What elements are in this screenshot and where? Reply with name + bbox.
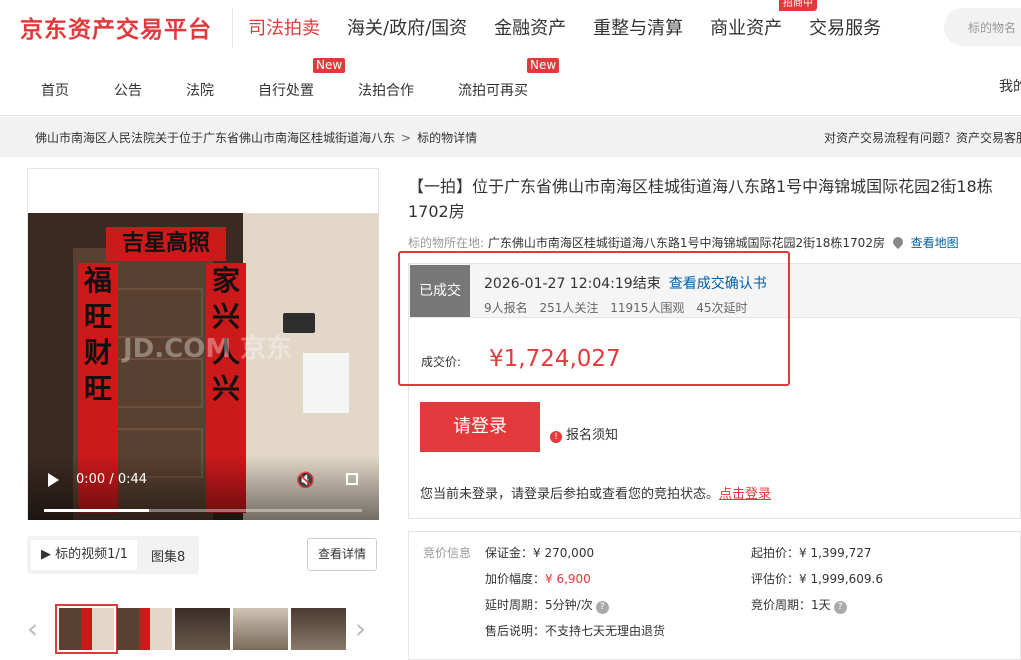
logo-divider: [232, 8, 233, 48]
video-time: 0:00 / 0:44: [76, 472, 148, 487]
item-location: 标的物所在地: 广东佛山市南海区桂城街道海八东路1号中海锦城国际花园2街18栋1…: [408, 234, 959, 251]
bid-info-title: 竞价信息: [423, 546, 472, 560]
chevron-right-icon[interactable]: ›: [355, 612, 366, 645]
nav-financial-assets[interactable]: 金融资产: [494, 14, 566, 40]
media-tabs: ▶ 标的视频1/1 图集8: [27, 536, 199, 574]
thumbnail[interactable]: [117, 608, 172, 650]
recruiting-badge: 招商中: [779, 0, 817, 11]
deposit-row: 保证金：¥ 270,000: [485, 546, 595, 560]
help-link[interactable]: 对资产交易流程有问题？资产交易客服: [824, 129, 1021, 146]
video-controls: 0:00 / 0:44 🔇: [28, 455, 379, 520]
nav-restructuring[interactable]: 重整与清算: [593, 14, 683, 40]
subnav-courts[interactable]: 法院: [186, 80, 214, 100]
tab-gallery[interactable]: 图集8: [151, 546, 185, 565]
subnav-home[interactable]: 首页: [41, 80, 69, 100]
breadcrumb-path[interactable]: 佛山市南海区人民法院关于位于广东省佛山市南海区桂城街道海八东: [35, 131, 395, 145]
thumbnail[interactable]: [291, 608, 346, 650]
search-placeholder: 标的物名: [968, 21, 1017, 35]
property-video[interactable]: 吉星高照 福旺财旺 家兴人兴 JD.COM 京东 0:00 / 0:44 🔇: [28, 213, 379, 520]
appraisal-value: ¥ 1,999,609.6: [799, 572, 883, 586]
posted-notice: [303, 353, 349, 413]
nav-customs-gov[interactable]: 海关/政府/国资: [347, 14, 467, 40]
after-sale-row: 售后说明：不支持七天无理由退货: [485, 624, 666, 638]
thumbnail[interactable]: [175, 608, 230, 650]
delay-row: 延时周期：5分钟/次?: [485, 596, 609, 614]
item-title: 【一拍】位于广东省佛山市南海区桂城街道海八东路1号中海锦城国际花园2街18栋17…: [408, 177, 993, 221]
site-logo[interactable]: 京东资产交易平台: [20, 10, 212, 44]
deposit-value: ¥ 270,000: [533, 546, 595, 560]
media-viewer: 吉星高照 福旺财旺 家兴人兴 JD.COM 京东 0:00 / 0:44 🔇: [27, 168, 379, 520]
start-price-row: 起拍价：¥ 1,399,727: [751, 546, 872, 560]
nav-commercial-assets[interactable]: 商业资产: [710, 14, 782, 40]
increment-value: ¥ 6,900: [545, 572, 591, 586]
play-icon[interactable]: [48, 473, 59, 487]
thumbnail[interactable]: [233, 608, 288, 650]
delay-value: 5分钟/次: [545, 598, 593, 612]
login-tip: 您当前未登录，请登录后参拍或查看您的竞拍状态。点击登录: [420, 483, 771, 502]
breadcrumb-separator: >: [401, 131, 412, 145]
fullscreen-icon[interactable]: [346, 473, 358, 485]
start-price-value: ¥ 1,399,727: [799, 546, 872, 560]
help-icon[interactable]: ?: [595, 601, 609, 614]
search-input[interactable]: 标的物名: [944, 8, 1021, 46]
appraisal-row: 评估价：¥ 1,999,609.6: [751, 572, 883, 586]
map-pin-icon: [890, 234, 905, 250]
thumbnail[interactable]: [55, 604, 118, 654]
view-details-button[interactable]: 查看详情: [307, 538, 377, 571]
new-badge: New: [313, 58, 346, 73]
video-progress-bar[interactable]: [44, 509, 362, 512]
cycle-row: 竞价周期：1天?: [751, 596, 847, 614]
location-text: 广东佛山市南海区桂城街道海八东路1号中海锦城国际花园2街18栋1702房: [487, 236, 885, 250]
help-icon[interactable]: ?: [833, 601, 847, 614]
login-tip-text: 您当前未登录，请登录后参拍或查看您的竞拍状态。: [420, 487, 720, 502]
increment-row: 加价幅度：¥ 6,900: [485, 572, 591, 586]
top-header: 京东资产交易平台 司法拍卖 海关/政府/国资 金融资产 重整与清算 商业资产 交…: [0, 0, 1021, 52]
view-map-link[interactable]: 查看地图: [911, 236, 959, 250]
main-nav: 司法拍卖 海关/政府/国资 金融资产 重整与清算 商业资产 交易服务: [248, 14, 908, 40]
couplet-banner: 吉星高照: [106, 227, 226, 261]
thumbnail-strip: ‹ ›: [27, 598, 379, 660]
bid-info-panel: 竞价信息 保证金：¥ 270,000 加价幅度：¥ 6,900 延时周期：5分钟…: [408, 531, 1021, 660]
breadcrumb: 佛山市南海区人民法院关于位于广东省佛山市南海区桂城街道海八东 > 标的物详情 对资产…: [0, 117, 1021, 157]
subnav-cooperation[interactable]: 法拍合作: [358, 80, 414, 100]
cycle-value: 1天: [811, 598, 831, 612]
nav-trade-services[interactable]: 交易服务: [809, 14, 881, 40]
subnav-self-disposal[interactable]: 自行处置: [258, 80, 314, 100]
click-login-link[interactable]: 点击登录: [719, 487, 771, 502]
nav-judicial-auction[interactable]: 司法拍卖: [248, 14, 320, 40]
warning-icon: !: [550, 431, 562, 443]
login-button[interactable]: 请登录: [420, 402, 540, 452]
subnav-relist[interactable]: 流拍可再买: [458, 80, 528, 100]
my-account-link[interactable]: 我的: [999, 76, 1021, 96]
signup-notice-link[interactable]: ! 报名须知: [550, 424, 618, 443]
location-label: 标的物所在地:: [408, 236, 485, 250]
sub-nav: 首页 公告 法院 自行处置 New 法拍合作 流拍可再买 New 我的: [0, 52, 1021, 116]
watermark: JD.COM 京东: [123, 334, 293, 364]
new-badge: New: [527, 58, 560, 73]
chevron-left-icon[interactable]: ‹: [27, 612, 38, 645]
tab-video[interactable]: ▶ 标的视频1/1: [31, 540, 137, 570]
subnav-notices[interactable]: 公告: [114, 80, 142, 100]
signup-notice-label: 报名须知: [566, 428, 619, 443]
highlight-frame: [398, 251, 790, 386]
after-sale-value: 不支持七天无理由退货: [545, 624, 666, 638]
breadcrumb-current: 标的物详情: [417, 131, 478, 145]
mute-icon[interactable]: 🔇: [296, 471, 315, 489]
video-progress-fill: [44, 509, 149, 512]
